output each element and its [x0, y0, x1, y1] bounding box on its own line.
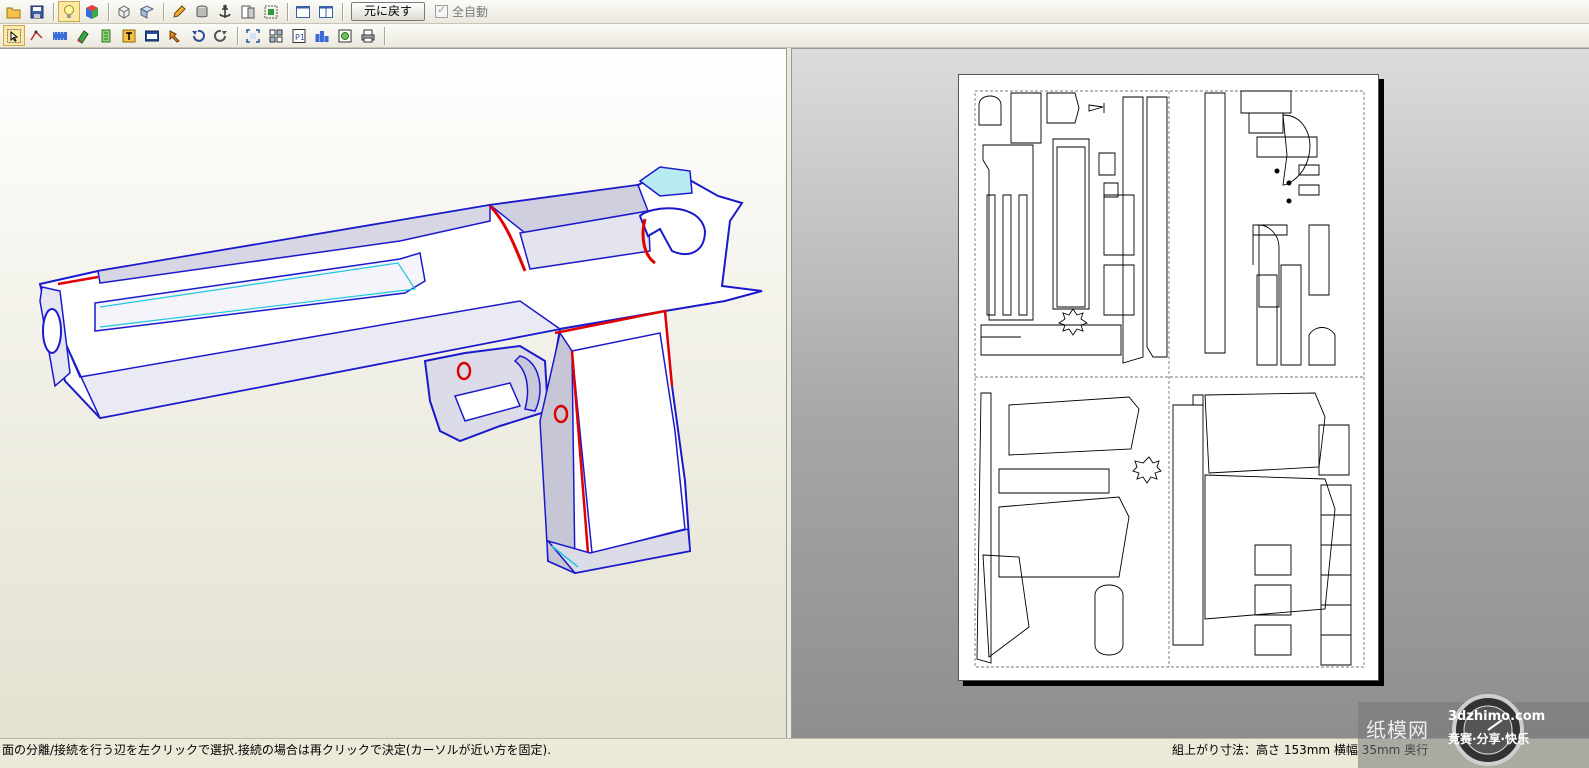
layout-grid-icon[interactable]: [311, 25, 333, 46]
part-rear-cap: [978, 95, 1002, 126]
toolbar-separator: [53, 2, 54, 21]
part-pin-c: [1274, 168, 1280, 174]
part-bracket: [1252, 224, 1288, 265]
part-mag-release: [1298, 164, 1320, 196]
anchor-icon[interactable]: [214, 1, 236, 22]
part-small-a: [1308, 224, 1330, 296]
lightbulb-icon[interactable]: [58, 1, 80, 22]
pencil-icon[interactable]: [168, 1, 190, 22]
part-rail-1: [986, 194, 1028, 316]
part-pin-b: [1286, 198, 1292, 204]
page-number-icon[interactable]: P1: [288, 25, 310, 46]
part-small-gear-b: [1132, 456, 1162, 484]
status-message: 面の分離/接続を行う辺を左クリックで選択.接続の場合は再クリックで決定(カーソル…: [2, 743, 552, 757]
move-parts-icon[interactable]: [164, 25, 186, 46]
page-split-icon[interactable]: [237, 1, 259, 22]
part-barrel-strip: [1056, 146, 1086, 308]
part-grip-left-panel: [998, 468, 1110, 494]
part-small-b: [1308, 327, 1336, 366]
part-grip-left-base: [982, 554, 1030, 658]
single-pane-icon[interactable]: [292, 1, 314, 22]
join-edge-icon[interactable]: [26, 25, 48, 46]
save-disk-icon[interactable]: [26, 1, 48, 22]
undo-button[interactable]: 元に戻す: [351, 2, 426, 21]
status-bar: 面の分離/接続を行う辺を左クリックで選択.接続の場合は再クリックで決定(カーソル…: [0, 738, 1589, 768]
part-long-slide-a: [1122, 96, 1144, 364]
part-firing-pin: [1103, 194, 1135, 316]
muzzle-bore: [42, 308, 62, 354]
image-icon[interactable]: [141, 25, 163, 46]
part-grip-left-cap: [1094, 584, 1124, 656]
part-tall-strip: [1204, 92, 1226, 354]
part-guard-top: [1240, 90, 1292, 134]
film-strip-icon[interactable]: [49, 25, 71, 46]
part-small-gear: [1057, 308, 1089, 336]
redo-arrow-icon[interactable]: [210, 25, 232, 46]
tools-toolbar: P1: [0, 24, 1589, 48]
part-grip-left-outline: [976, 392, 992, 664]
pistol-3d-model[interactable]: [0, 49, 786, 739]
part-mag-base: [1254, 544, 1292, 656]
part-grip-left-upper: [1008, 396, 1140, 456]
part-slide-side-left: [982, 144, 1034, 321]
part-hammer-a: [1010, 92, 1042, 144]
part-grip-left-lower: [998, 496, 1130, 578]
check-icon[interactable]: ✓: [435, 5, 449, 18]
undo-arrow-icon[interactable]: [187, 25, 209, 46]
watermark-en: 3dzhimo.com: [1448, 709, 1546, 724]
part-slide-top: [1052, 138, 1090, 310]
part-hammer-c: [1282, 114, 1311, 186]
part-spring-a: [1258, 224, 1280, 308]
glue-tab-icon[interactable]: [95, 25, 117, 46]
3d-view-pane[interactable]: [0, 48, 786, 739]
cube-outline-icon[interactable]: [113, 1, 135, 22]
text-label-icon[interactable]: [118, 25, 140, 46]
unfolded-parts[interactable]: [959, 75, 1380, 682]
part-grip-right-outline: [1172, 404, 1204, 646]
part-sight: [1088, 103, 1105, 113]
rotate-parts-icon[interactable]: [72, 25, 94, 46]
fit-frame-icon[interactable]: [242, 25, 264, 46]
assembled-dimensions: 組上がり寸法：高さ 153mm 横幅 35mm 奥行: [1172, 743, 1429, 757]
main-toolbar: 元に戻す ✓ 全自動: [0, 0, 1589, 24]
dual-pane-icon[interactable]: [315, 1, 337, 22]
print-icon[interactable]: [357, 25, 379, 46]
watermark-sub: 竞赛·分享·快乐: [1448, 732, 1530, 746]
part-pin-a: [1286, 180, 1292, 186]
open-folder-icon[interactable]: [3, 1, 25, 22]
texture-icon[interactable]: [334, 25, 356, 46]
part-ramp: [980, 324, 1122, 356]
color-cube-icon[interactable]: [81, 1, 103, 22]
part-long-slide-b: [1146, 96, 1168, 358]
toolbar-separator: [163, 2, 164, 21]
select-arrow-icon[interactable]: [3, 25, 25, 46]
toolbar-separator: [384, 26, 385, 45]
part-hammer-b: [1046, 92, 1080, 124]
arrange-parts-icon[interactable]: [265, 25, 287, 46]
paper-sheet[interactable]: [958, 74, 1379, 681]
toolbar-separator: [237, 26, 238, 45]
auto-checkbox[interactable]: ✓ 全自動: [435, 3, 488, 20]
cylinder-icon[interactable]: [191, 1, 213, 22]
toolbar-separator: [342, 2, 343, 21]
auto-label: 全自動: [452, 5, 489, 19]
part-grip-right-main: [1204, 474, 1336, 620]
part-mag-body: [1320, 484, 1352, 666]
svg-text:P1: P1: [295, 33, 305, 42]
part-grip-right-upper: [1204, 392, 1326, 474]
part-breech: [1098, 152, 1119, 198]
part-spring-b: [1173, 394, 1204, 406]
cube-flat-icon[interactable]: [136, 1, 158, 22]
toolbar-separator: [108, 2, 109, 21]
green-box-icon[interactable]: [260, 1, 282, 22]
toolbar-separator: [287, 2, 288, 21]
watermark-cn: 纸模网: [1366, 718, 1429, 742]
